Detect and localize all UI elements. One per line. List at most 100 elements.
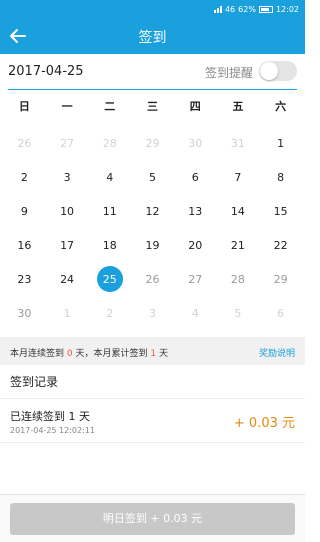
calendar-day[interactable]: 21 xyxy=(217,228,260,262)
day-number: 10 xyxy=(60,204,75,218)
calendar-day: 6 xyxy=(259,296,302,330)
day-number: 30 xyxy=(17,306,32,320)
calendar-day: 29 xyxy=(131,126,174,160)
calendar-grid: 26 27 28 29 30 31 1 2 3 4 5 6 7 8 9 10 11 12 13 14 15 16 17 18 1… xyxy=(3,126,302,330)
calendar-day[interactable]: 20 xyxy=(174,228,217,262)
calendar-day[interactable]: 7 xyxy=(217,160,260,194)
day-number: 6 xyxy=(277,306,285,320)
signal-icon xyxy=(213,5,222,13)
day-number: 24 xyxy=(60,272,75,286)
day-number: 25 xyxy=(102,272,117,286)
weekday-label: 二 xyxy=(104,100,116,113)
calendar-day: 31 xyxy=(217,126,260,160)
day-number: 8 xyxy=(277,170,285,184)
record-label: 已连续签到 1 天 xyxy=(10,410,90,423)
tomorrow-checkin-button[interactable]: 明日签到 + 0.03 元 xyxy=(10,503,295,535)
day-number: 29 xyxy=(145,136,160,150)
battery-icon xyxy=(258,5,273,13)
calendar-day[interactable]: 1 xyxy=(259,126,302,160)
day-number: 17 xyxy=(60,238,75,252)
calendar-day[interactable]: 3 xyxy=(46,160,89,194)
day-number: 28 xyxy=(230,272,245,286)
calendar-day[interactable]: 18 xyxy=(88,228,131,262)
calendar-day[interactable]: 10 xyxy=(46,194,89,228)
calendar-day[interactable]: 4 xyxy=(88,160,131,194)
day-number: 21 xyxy=(230,238,245,252)
calendar-day[interactable]: 26 xyxy=(131,262,174,296)
day-number: 22 xyxy=(273,238,288,252)
current-date: 2017-04-25 xyxy=(8,64,84,79)
date-bar: 2017-04-25 签到提醒 xyxy=(0,54,305,90)
calendar-day: 27 xyxy=(46,126,89,160)
reminder-label: 签到提醒 xyxy=(204,66,253,80)
record-amount: + 0.03 元 xyxy=(233,416,295,431)
calendar-day[interactable]: 23 xyxy=(3,262,46,296)
calendar-day[interactable]: 12 xyxy=(131,194,174,228)
day-number: 5 xyxy=(148,170,156,184)
calendar-day[interactable]: 27 xyxy=(174,262,217,296)
calendar-day[interactable]: 2 xyxy=(3,160,46,194)
day-number: 5 xyxy=(234,306,242,320)
calendar-day[interactable]: 24 xyxy=(46,262,89,296)
calendar-day[interactable]: 5 xyxy=(131,160,174,194)
calendar-day[interactable]: 30 xyxy=(3,296,46,330)
calendar-day[interactable]: 29 xyxy=(259,262,302,296)
calendar-day[interactable]: 28 xyxy=(217,262,260,296)
day-number: 1 xyxy=(63,306,71,320)
page-title: 签到 xyxy=(138,30,167,46)
day-number: 11 xyxy=(102,204,117,218)
day-number: 6 xyxy=(191,170,199,184)
reminder-toggle[interactable] xyxy=(259,61,297,81)
weekday-label: 五 xyxy=(232,100,244,113)
calendar-day: 5 xyxy=(217,296,260,330)
calendar-day: 1 xyxy=(46,296,89,330)
toggle-knob xyxy=(260,62,278,80)
streak-mid: 天，本月累计签到 xyxy=(72,349,151,359)
calendar-day[interactable]: 14 xyxy=(217,194,260,228)
day-number: 2 xyxy=(20,170,28,184)
day-number: 3 xyxy=(63,170,71,184)
clock: 12:02 xyxy=(275,4,299,14)
app-bar: 签到 xyxy=(0,18,305,54)
day-number: 29 xyxy=(273,272,288,286)
day-number: 18 xyxy=(102,238,117,252)
weekday-label: 三 xyxy=(147,100,159,113)
day-number: 7 xyxy=(234,170,242,184)
day-number: 30 xyxy=(188,136,203,150)
calendar-day-today[interactable]: 25 xyxy=(88,262,131,296)
records-title: 签到记录 xyxy=(0,365,305,399)
calendar-day[interactable]: 9 xyxy=(3,194,46,228)
day-number: 19 xyxy=(145,238,160,252)
calendar-day[interactable]: 17 xyxy=(46,228,89,262)
date-underline xyxy=(8,89,297,90)
battery-percent: 62% xyxy=(238,4,256,14)
reward-rules-link[interactable]: 奖励说明 xyxy=(259,346,295,359)
day-number: 9 xyxy=(20,204,28,218)
calendar-day[interactable]: 19 xyxy=(131,228,174,262)
calendar-day[interactable]: 15 xyxy=(259,194,302,228)
day-number: 1 xyxy=(277,136,285,150)
day-number: 4 xyxy=(106,170,114,184)
record-item: 已连续签到 1 天 2017-04-25 12:02:11 + 0.03 元 xyxy=(0,399,305,443)
day-number: 27 xyxy=(188,272,203,286)
calendar-day[interactable]: 22 xyxy=(259,228,302,262)
calendar-day: 26 xyxy=(3,126,46,160)
footer-bar: 明日签到 + 0.03 元 xyxy=(0,494,305,542)
streak-prefix: 本月连续签到 xyxy=(10,349,67,359)
calendar-day[interactable]: 11 xyxy=(88,194,131,228)
day-number: 26 xyxy=(17,136,32,150)
monthly-summary: 本月连续签到 0 天，本月累计签到 1 天 奖励说明 xyxy=(0,337,305,365)
day-number: 15 xyxy=(273,204,288,218)
calendar-day: 30 xyxy=(174,126,217,160)
weekday-label: 四 xyxy=(189,100,201,113)
day-number: 23 xyxy=(17,272,32,286)
calendar-day[interactable]: 6 xyxy=(174,160,217,194)
calendar-day: 28 xyxy=(88,126,131,160)
weekday-label: 一 xyxy=(61,100,73,113)
weekday-label: 六 xyxy=(275,100,287,113)
calendar-day[interactable]: 8 xyxy=(259,160,302,194)
calendar-day: 3 xyxy=(131,296,174,330)
calendar-day[interactable]: 16 xyxy=(3,228,46,262)
calendar-day[interactable]: 13 xyxy=(174,194,217,228)
day-number: 20 xyxy=(188,238,203,252)
